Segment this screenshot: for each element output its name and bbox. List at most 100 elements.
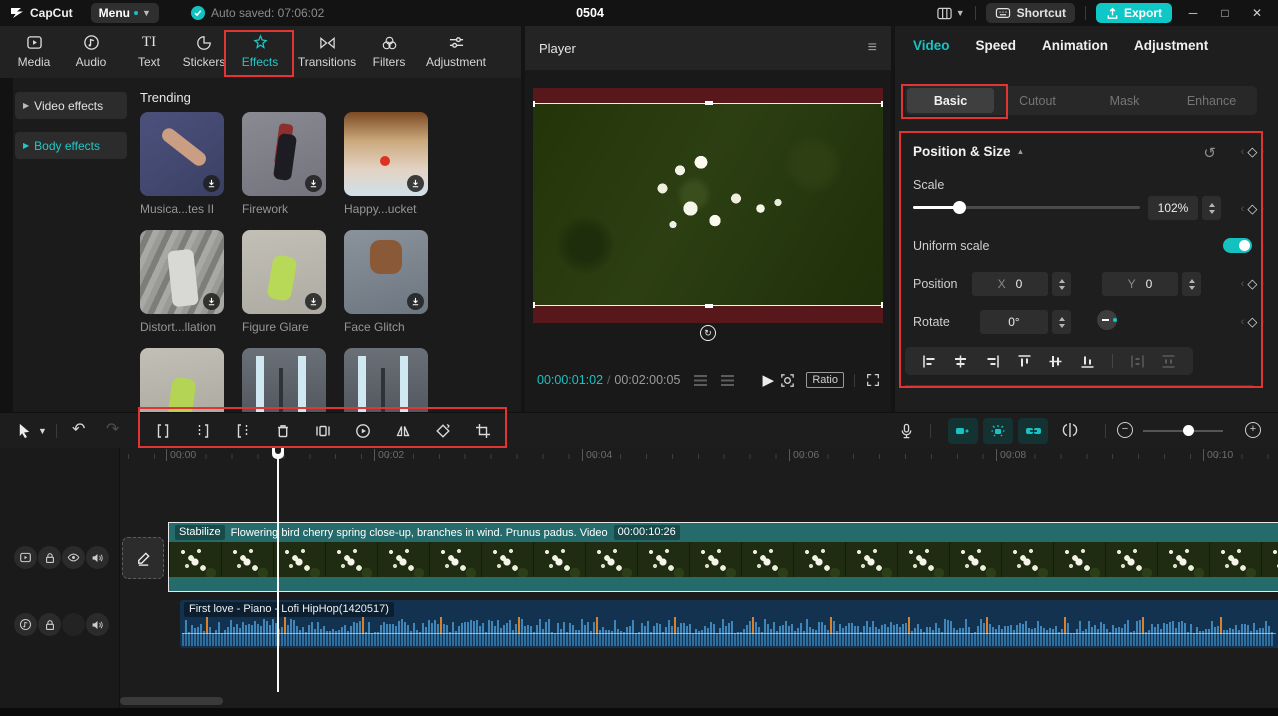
selection-handle[interactable] (881, 101, 883, 107)
scale-slider-thumb[interactable] (953, 201, 966, 214)
freeze-frame-icon[interactable] (314, 422, 332, 440)
collapse-icon[interactable]: ▲ (1017, 147, 1025, 156)
video-clip[interactable]: Stabilize Flowering bird cherry spring c… (168, 522, 1278, 592)
rotate-icon[interactable] (434, 422, 452, 440)
distribute-horizontal-icon[interactable] (1130, 354, 1145, 369)
align-top-icon[interactable] (1017, 354, 1032, 369)
tab-effects[interactable]: Effects (237, 33, 283, 69)
stepper-up-icon[interactable] (1208, 202, 1215, 207)
effect-thumbnail-musicates[interactable] (140, 112, 224, 196)
effect-thumbnail-face-glitch[interactable] (344, 230, 428, 314)
keyframe-prev-icon[interactable]: ‹ (1241, 316, 1245, 328)
close-button[interactable]: ✕ (1246, 6, 1268, 20)
align-left-icon[interactable] (922, 354, 937, 369)
subtab-basic[interactable]: Basic (907, 88, 994, 113)
effect-thumbnail[interactable] (344, 348, 428, 412)
align-center-vertical-icon[interactable] (1048, 354, 1063, 369)
keyframe-control[interactable]: ‹ ◇ › (1241, 276, 1264, 292)
maximize-button[interactable]: □ (1214, 6, 1236, 20)
position-x-stepper[interactable] (1052, 272, 1071, 296)
scale-stepper[interactable] (1202, 196, 1221, 220)
rotate-handle-icon[interactable]: ↻ (700, 325, 716, 341)
redo-icon[interactable]: ↷ (106, 419, 119, 439)
scale-slider[interactable] (913, 201, 1140, 214)
stepper-down-icon[interactable] (1188, 285, 1195, 290)
keyframe-prev-icon[interactable]: ‹ (1241, 203, 1245, 215)
tab-transitions[interactable]: Transitions (296, 33, 358, 69)
preview-quality-icon[interactable] (779, 372, 796, 389)
align-center-horizontal-icon[interactable] (953, 354, 968, 369)
position-y-field[interactable]: Y 0 (1102, 272, 1178, 296)
zoom-out-icon[interactable]: − (1117, 422, 1133, 438)
keyframe-control[interactable]: ‹ ◇ › (1241, 314, 1264, 330)
stepper-down-icon[interactable] (1058, 285, 1065, 290)
mute-track-icon[interactable] (86, 613, 109, 636)
selection-handle[interactable] (705, 304, 713, 308)
inspector-tab-video[interactable]: Video (913, 38, 950, 53)
horizontal-scrollbar[interactable] (120, 697, 223, 705)
playhead-handle[interactable] (272, 446, 284, 459)
main-track-magnet-button[interactable] (948, 418, 978, 444)
tab-text[interactable]: TI Text (133, 33, 165, 69)
keyframe-diamond-icon[interactable]: ◇ (1247, 201, 1257, 217)
stepper-up-icon[interactable] (1058, 316, 1065, 321)
inspector-tab-animation[interactable]: Animation (1042, 38, 1108, 53)
preview-axis-icon[interactable] (1060, 422, 1080, 438)
video-track-type-icon[interactable] (14, 546, 37, 569)
fullscreen-icon[interactable] (865, 372, 881, 388)
keyframe-diamond-icon[interactable]: ◇ (1247, 276, 1257, 292)
link-clips-button[interactable] (1018, 418, 1048, 444)
effect-thumbnail[interactable] (140, 348, 224, 412)
mirror-icon[interactable] (394, 422, 412, 440)
edit-cover-button[interactable] (122, 537, 164, 579)
tab-stickers[interactable]: Stickers (179, 33, 229, 69)
export-button[interactable]: Export (1095, 3, 1172, 23)
play-button[interactable]: ▶ (762, 371, 774, 389)
shortcut-button[interactable]: Shortcut (985, 3, 1075, 23)
selection-handle[interactable] (533, 101, 535, 107)
keyframe-next-icon[interactable]: › (1260, 146, 1264, 158)
audio-clip[interactable]: First love - Piano - Lofi HipHop(1420517… (180, 600, 1278, 648)
timeline-zoom-slider[interactable] (1143, 425, 1223, 436)
tab-filters[interactable]: Filters (368, 33, 410, 69)
effect-thumbnail-distort[interactable] (140, 230, 224, 314)
uniform-scale-toggle[interactable] (1223, 238, 1252, 253)
effect-thumbnail[interactable] (242, 348, 326, 412)
effect-thumbnail-happy[interactable] (344, 112, 428, 196)
selection-handle[interactable] (881, 302, 883, 308)
rotate-dial[interactable] (1097, 310, 1117, 330)
tab-adjustment[interactable]: Adjustment (424, 33, 488, 69)
position-y-stepper[interactable] (1182, 272, 1201, 296)
quality-list-icon[interactable] (694, 374, 708, 386)
ratio-button[interactable]: Ratio (806, 372, 844, 388)
subtab-cutout[interactable]: Cutout (994, 88, 1081, 113)
category-body-effects[interactable]: ▶ Body effects (15, 132, 127, 159)
preview-stage[interactable]: ↻ (533, 88, 883, 341)
subtab-enhance[interactable]: Enhance (1168, 88, 1255, 113)
record-voiceover-icon[interactable] (898, 422, 915, 440)
lock-track-icon[interactable] (38, 613, 61, 636)
reverse-icon[interactable] (354, 422, 372, 440)
reset-icon[interactable]: ↺ (1203, 144, 1216, 162)
stepper-up-icon[interactable] (1058, 278, 1065, 283)
mute-track-icon[interactable] (86, 546, 109, 569)
crop-icon[interactable] (474, 422, 492, 440)
align-bottom-icon[interactable] (1080, 354, 1095, 369)
keyframe-next-icon[interactable]: › (1260, 316, 1264, 328)
align-right-icon[interactable] (985, 354, 1000, 369)
keyframe-control[interactable]: ‹ ◇ › (1241, 201, 1264, 217)
audio-track-type-icon[interactable] (14, 613, 37, 636)
zoom-in-icon[interactable]: + (1245, 422, 1261, 438)
lock-track-icon[interactable] (38, 546, 61, 569)
keyframe-prev-icon[interactable]: ‹ (1241, 146, 1245, 158)
rotate-value-field[interactable]: 0° (980, 310, 1048, 334)
position-x-field[interactable]: X 0 (972, 272, 1048, 296)
selection-handle[interactable] (533, 302, 535, 308)
tab-audio[interactable]: Audio (71, 33, 111, 69)
select-tool-dropdown-icon[interactable]: ▼ (38, 426, 47, 436)
stepper-down-icon[interactable] (1058, 323, 1065, 328)
hide-track-icon[interactable] (62, 546, 85, 569)
timeline-ruler[interactable] (128, 454, 1278, 459)
minimize-button[interactable]: ─ (1182, 6, 1204, 20)
keyframe-next-icon[interactable]: › (1260, 278, 1264, 290)
